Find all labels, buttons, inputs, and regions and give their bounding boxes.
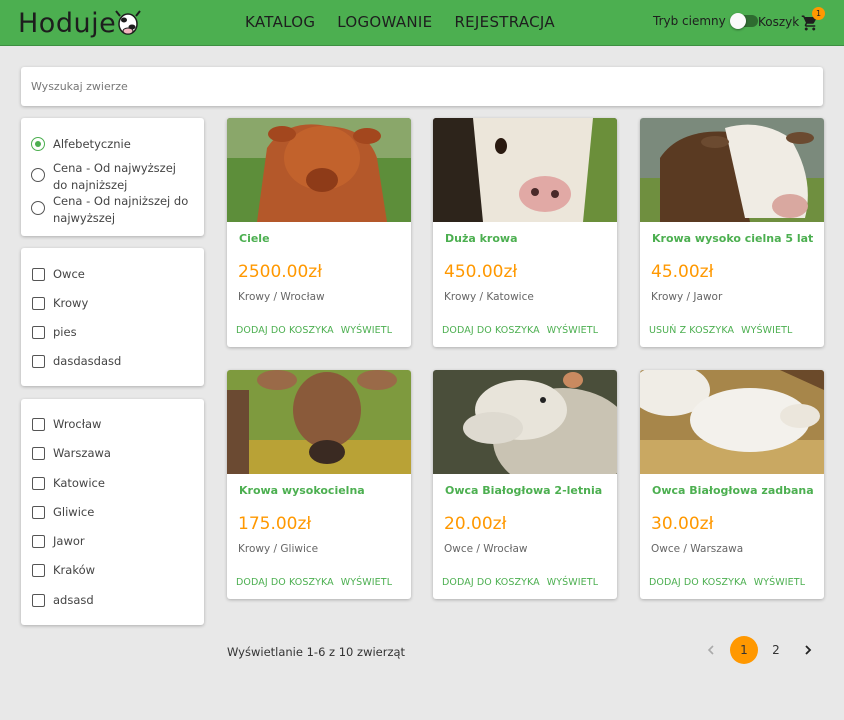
calf-photo (227, 118, 411, 222)
product-name[interactable]: Owca Białogłowa zadbana (652, 484, 814, 497)
nav-rejestracja[interactable]: REJESTRACJA (454, 13, 555, 31)
city-filter-warszawa[interactable]: Warszawa (32, 446, 111, 460)
product-name[interactable]: Duża krowa (445, 232, 518, 245)
product-meta: Krowy / Katowice (444, 291, 534, 303)
cart-count-badge: 1 (812, 7, 825, 20)
add-to-cart-button[interactable]: DODAJ DO KOSZYKA (649, 577, 747, 588)
add-to-cart-button[interactable]: DODAJ DO KOSZYKA (236, 325, 334, 336)
cow-photo (227, 370, 411, 474)
view-button[interactable]: WYŚWIETL (741, 325, 792, 336)
product-card[interactable]: Krowa wysokocielna 175.00zł Krowy / Gliw… (227, 370, 411, 599)
product-card[interactable]: Owca Białogłowa zadbana 30.00zł Owce / W… (640, 370, 824, 599)
city-filter-krakow[interactable]: Kraków (32, 563, 95, 577)
checkbox-icon[interactable] (32, 593, 45, 607)
logo[interactable]: Hoduje (18, 6, 142, 40)
main-nav: KATALOG LOGOWANIE REJESTRACJA (245, 0, 555, 44)
search-bar (21, 67, 823, 106)
city-filter-katowice[interactable]: Katowice (32, 476, 105, 490)
city-filter-gliwice[interactable]: Gliwice (32, 505, 94, 519)
checkbox-icon[interactable] (32, 534, 45, 548)
view-button[interactable]: WYŚWIETL (547, 577, 598, 588)
product-price: 450.00zł (444, 262, 518, 282)
sheep-photo (640, 370, 824, 474)
view-button[interactable]: WYŚWIETL (754, 577, 805, 588)
product-price: 45.00zł (651, 262, 714, 282)
checkbox-icon[interactable] (32, 325, 45, 339)
product-name[interactable]: Krowa wysoko cielna 5 lat (652, 232, 813, 245)
next-page-button[interactable] (794, 636, 822, 664)
category-filter-dasdasdasd[interactable]: dasdasdasd (32, 354, 121, 368)
product-meta: Krowy / Gliwice (238, 543, 319, 555)
nav-katalog[interactable]: KATALOG (245, 13, 315, 31)
category-filter-owce[interactable]: Owce (32, 267, 85, 281)
chevron-right-icon (805, 645, 812, 655)
radio-selected-icon[interactable] (31, 137, 45, 151)
city-filter-panel: Wrocław Warszawa Katowice Gliwice Jawor … (21, 399, 204, 625)
results-info: Wyświetlanie 1-6 z 10 zwierząt (227, 645, 406, 659)
product-card[interactable]: Krowa wysoko cielna 5 lat 45.00zł Krowy … (640, 118, 824, 347)
cart-label[interactable]: Koszyk (758, 15, 799, 29)
cow-photo (433, 118, 617, 222)
nav-logowanie[interactable]: LOGOWANIE (337, 13, 432, 31)
view-button[interactable]: WYŚWIETL (547, 325, 598, 336)
prev-page-button[interactable] (697, 636, 725, 664)
add-to-cart-button[interactable]: DODAJ DO KOSZYKA (236, 577, 334, 588)
page-button-2[interactable]: 2 (762, 636, 790, 664)
category-filter-krowy[interactable]: Krowy (32, 296, 88, 310)
category-filter-pies[interactable]: pies (32, 325, 77, 339)
product-price: 175.00zł (238, 514, 312, 534)
product-meta: Owce / Wrocław (444, 543, 528, 555)
remove-from-cart-button[interactable]: USUŃ Z KOSZYKA (649, 325, 734, 336)
cow-logo-icon (115, 10, 141, 35)
dark-mode-switch[interactable] (729, 13, 758, 29)
product-meta: Owce / Warszawa (651, 543, 744, 555)
product-name[interactable]: Owca Białogłowa 2-letnia (445, 484, 602, 497)
product-price: 20.00zł (444, 514, 507, 534)
radio-icon[interactable] (31, 168, 45, 182)
page-button-1[interactable]: 1 (730, 636, 758, 664)
view-button[interactable]: WYŚWIETL (341, 325, 392, 336)
product-meta: Krowy / Wrocław (238, 291, 325, 303)
checkbox-icon[interactable] (32, 446, 45, 460)
view-button[interactable]: WYŚWIETL (341, 577, 392, 588)
city-filter-adsasd[interactable]: adsasd (32, 593, 94, 607)
product-meta: Krowy / Jawor (651, 291, 723, 303)
category-filter-panel: Owce Krowy pies dasdasdasd (21, 248, 204, 386)
checkbox-icon[interactable] (32, 505, 45, 519)
sort-option-price-desc[interactable]: Cena - Od najwyższej do najniższej (31, 160, 193, 194)
chevron-left-icon (707, 645, 714, 655)
sort-option-price-asc[interactable]: Cena - Od najniższej do najwyższej (31, 193, 193, 227)
logo-text: Hoduje (18, 7, 117, 39)
product-name[interactable]: Ciele (239, 232, 270, 245)
search-input[interactable] (21, 67, 823, 106)
sheep-photo (433, 370, 617, 492)
checkbox-icon[interactable] (32, 417, 45, 431)
dark-mode-toggle[interactable]: Tryb ciemny (653, 13, 758, 29)
product-card[interactable]: Ciele 2500.00zł Krowy / Wrocław DODAJ DO… (227, 118, 411, 347)
sort-option-alphabetical[interactable]: Alfebetycznie (31, 136, 193, 153)
checkbox-icon[interactable] (32, 354, 45, 368)
checkbox-icon[interactable] (32, 267, 45, 281)
city-filter-wroclaw[interactable]: Wrocław (32, 417, 101, 431)
product-price: 30.00zł (651, 514, 714, 534)
product-card[interactable]: Owca Białogłowa 2-letnia 20.00zł Owce / … (433, 370, 617, 599)
dark-mode-label: Tryb ciemny (653, 14, 726, 28)
cow-photo (640, 118, 824, 222)
product-price: 2500.00zł (238, 262, 323, 282)
app-header: Hoduje KATALOG LOGOWANIE REJESTRACJA Try… (0, 0, 844, 46)
add-to-cart-button[interactable]: DODAJ DO KOSZYKA (442, 325, 540, 336)
product-name[interactable]: Krowa wysokocielna (239, 484, 365, 497)
checkbox-icon[interactable] (32, 296, 45, 310)
radio-icon[interactable] (31, 201, 45, 215)
checkbox-icon[interactable] (32, 563, 45, 577)
sort-panel: Alfebetycznie Cena - Od najwyższej do na… (21, 118, 204, 236)
product-card[interactable]: Duża krowa 450.00zł Krowy / Katowice DOD… (433, 118, 617, 347)
checkbox-icon[interactable] (32, 476, 45, 490)
add-to-cart-button[interactable]: DODAJ DO KOSZYKA (442, 577, 540, 588)
city-filter-jawor[interactable]: Jawor (32, 534, 85, 548)
